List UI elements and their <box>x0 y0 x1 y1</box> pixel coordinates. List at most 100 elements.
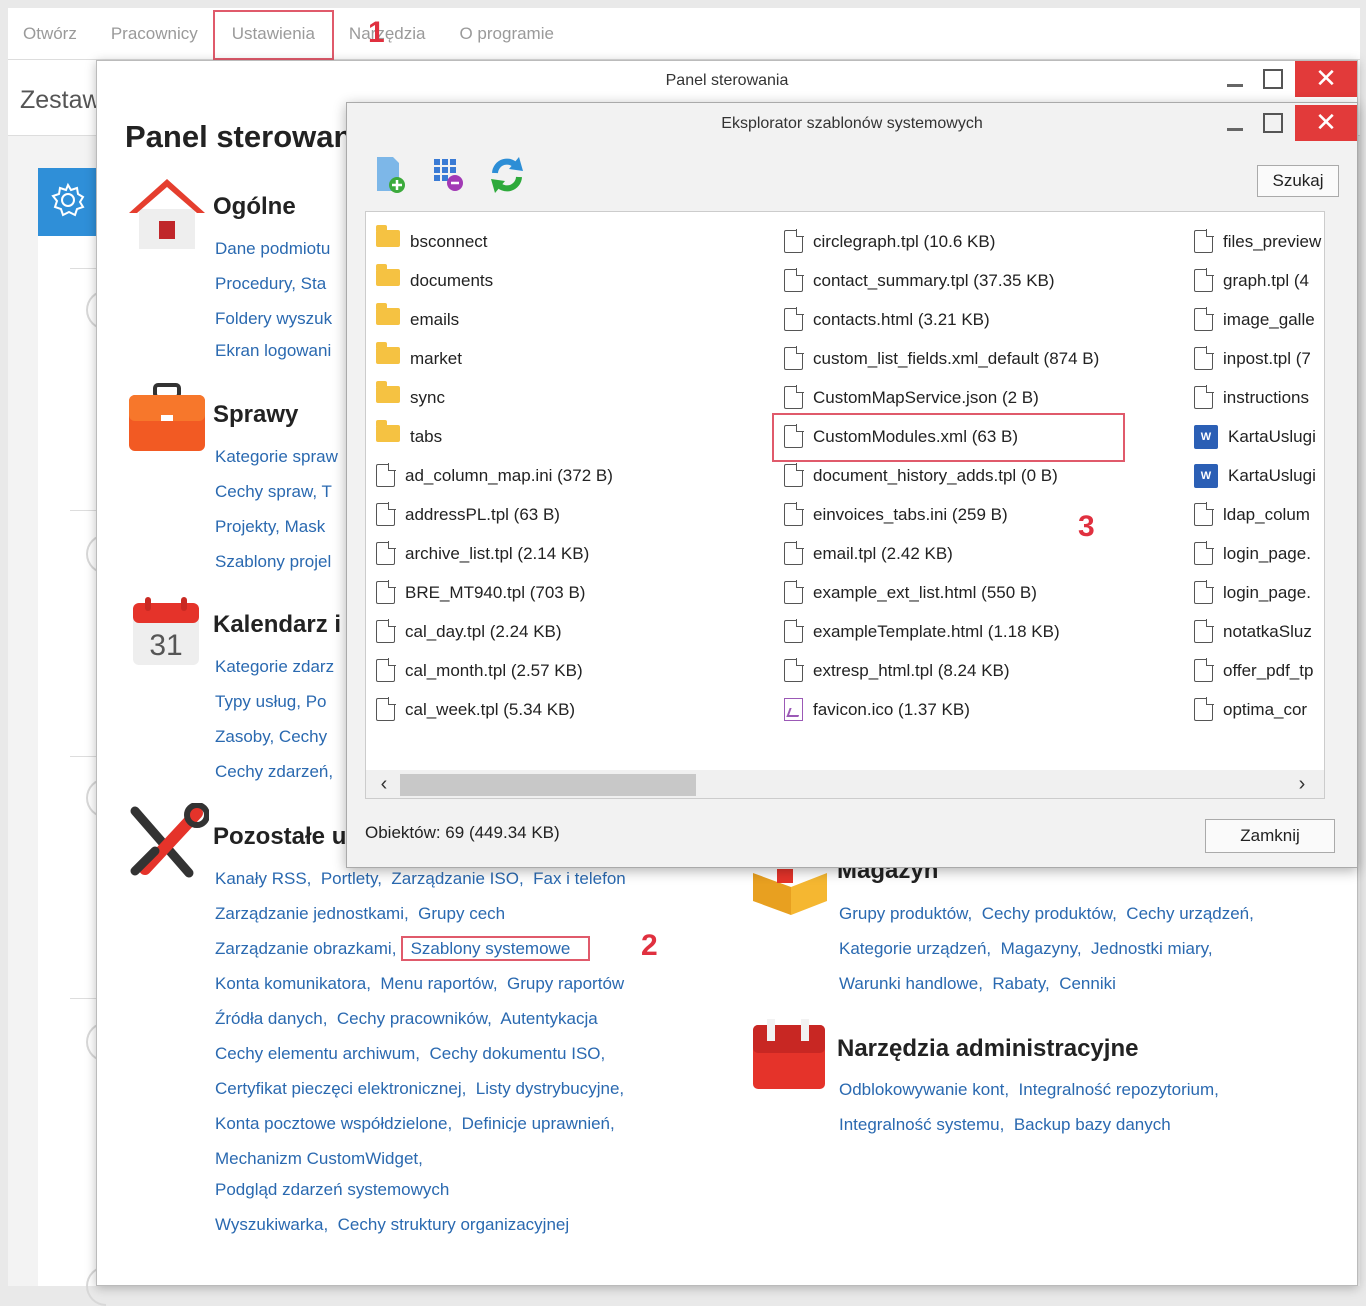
link-mechanizm-customwidget[interactable]: Mechanizm CustomWidget, <box>215 1149 423 1168</box>
link-zrodla-danych[interactable]: Źródła danych, <box>215 1009 327 1028</box>
menu-narzedzia[interactable]: Narzędzia <box>332 8 443 60</box>
file-item[interactable]: CustomModules.xml (63 B) <box>771 413 1126 462</box>
link-zarzadzanie-jednostkami[interactable]: Zarządzanie jednostkami, <box>215 904 409 923</box>
file-item[interactable]: extresp_html.tpl (8.24 KB) <box>784 651 1099 690</box>
settings-sidebar-button[interactable] <box>38 168 98 236</box>
file-item[interactable]: image_galle <box>1194 300 1321 339</box>
file-item[interactable]: ad_column_map.ini (372 B) <box>376 456 613 495</box>
file-item[interactable]: login_page. <box>1194 573 1321 612</box>
file-item[interactable]: custom_list_fields.xml_default (874 B) <box>784 339 1099 378</box>
maximize-button[interactable] <box>1263 69 1283 89</box>
grid-view-icon[interactable] <box>431 155 467 195</box>
link-integralnosc-repozytorium[interactable]: Integralność repozytorium, <box>1019 1080 1219 1099</box>
file-item[interactable]: graph.tpl (4 <box>1194 261 1321 300</box>
folder-item[interactable]: market <box>376 339 613 378</box>
link-line[interactable]: Cechy zdarzeń, <box>215 754 334 789</box>
link-grupy-raportow[interactable]: Grupy raportów <box>507 974 624 993</box>
menu-otworz[interactable]: Otwórz <box>8 8 94 60</box>
link-cechy-produktow[interactable]: Cechy produktów, <box>982 904 1117 923</box>
link-line[interactable]: Procedury, Sta <box>215 266 332 301</box>
folder-item[interactable]: documents <box>376 261 613 300</box>
file-item[interactable]: optima_cor <box>1194 690 1321 729</box>
link-grupy-produktow[interactable]: Grupy produktów, <box>839 904 972 923</box>
file-item[interactable]: CustomMapService.json (2 B) <box>784 378 1099 417</box>
link-jednostki-miary[interactable]: Jednostki miary, <box>1091 939 1213 958</box>
file-item[interactable]: instructions <box>1194 378 1321 417</box>
link-backup-bazy[interactable]: Backup bazy danych <box>1014 1115 1171 1134</box>
file-item[interactable]: BRE_MT940.tpl (703 B) <box>376 573 613 612</box>
link-warunki-handlowe[interactable]: Warunki handlowe, <box>839 974 983 993</box>
link-definicje-uprawnien[interactable]: Definicje uprawnień, <box>462 1114 615 1133</box>
link-cechy-urzadzen[interactable]: Cechy urządzeń, <box>1126 904 1254 923</box>
file-item[interactable]: cal_month.tpl (2.57 KB) <box>376 651 613 690</box>
link-line[interactable]: Zasoby, Cechy <box>215 719 334 754</box>
link-line[interactable]: Projekty, Mask <box>215 509 338 544</box>
file-item[interactable]: inpost.tpl (7 <box>1194 339 1321 378</box>
file-item[interactable]: login_page. <box>1194 534 1321 573</box>
horizontal-scrollbar[interactable]: ‹ › <box>366 770 1324 798</box>
file-item[interactable]: einvoices_tabs.ini (259 B) <box>784 495 1099 534</box>
link-konta-pocztowe[interactable]: Konta pocztowe współdzielone, <box>215 1114 452 1133</box>
close-dialog-button[interactable]: Zamknij <box>1205 819 1335 853</box>
link-menu-raportow[interactable]: Menu raportów, <box>380 974 497 993</box>
link-line[interactable]: Kategorie spraw <box>215 439 338 474</box>
file-item[interactable]: W KartaUslugi <box>1194 456 1321 495</box>
link-podglad-zdarzen[interactable]: Podgląd zdarzeń systemowych <box>215 1180 449 1199</box>
file-item[interactable]: notatkaSluz <box>1194 612 1321 651</box>
link-line[interactable]: Typy usług, Po <box>215 684 334 719</box>
minimize-button[interactable] <box>1225 113 1245 133</box>
file-item[interactable]: favicon.ico (1.37 KB) <box>784 690 1099 729</box>
file-item[interactable]: email.tpl (2.42 KB) <box>784 534 1099 573</box>
link-line[interactable]: Dane podmiotu <box>215 231 332 266</box>
file-item[interactable]: W KartaUslugi <box>1194 417 1321 456</box>
link-konta-komunikatora[interactable]: Konta komunikatora, <box>215 974 371 993</box>
refresh-icon[interactable] <box>489 155 525 195</box>
file-item[interactable]: contact_summary.tpl (37.35 KB) <box>784 261 1099 300</box>
link-portlety[interactable]: Portlety, <box>321 869 382 888</box>
link-cechy-elementu-archiwum[interactable]: Cechy elementu archiwum, <box>215 1044 420 1063</box>
link-line[interactable]: Cechy spraw, T <box>215 474 338 509</box>
link-integralnosc-systemu[interactable]: Integralność systemu, <box>839 1115 1004 1134</box>
folder-item[interactable]: tabs <box>376 417 613 456</box>
link-line[interactable]: Foldery wyszuk <box>215 301 332 336</box>
minimize-button[interactable] <box>1225 69 1245 89</box>
link-odblokowywanie-kont[interactable]: Odblokowywanie kont, <box>839 1080 1009 1099</box>
link-magazyny[interactable]: Magazyny, <box>1001 939 1082 958</box>
link-cenniki[interactable]: Cenniki <box>1059 974 1116 993</box>
link-listy-dystrybucyjne[interactable]: Listy dystrybucyjne, <box>476 1079 624 1098</box>
link-line[interactable]: Szablony projel <box>215 544 338 579</box>
scrollbar-thumb[interactable] <box>400 774 696 796</box>
link-szablony-systemowe[interactable]: Szablony systemowe <box>411 939 571 958</box>
scroll-left-icon[interactable]: ‹ <box>370 770 398 798</box>
link-wyszukiwarka[interactable]: Wyszukiwarka, <box>215 1215 328 1234</box>
file-item[interactable]: contacts.html (3.21 KB) <box>784 300 1099 339</box>
close-button[interactable]: ✕ <box>1295 105 1357 141</box>
link-autentykacja[interactable]: Autentykacja <box>500 1009 597 1028</box>
menu-o-programie[interactable]: O programie <box>442 8 570 60</box>
link-grupy-cech[interactable]: Grupy cech <box>418 904 505 923</box>
file-item[interactable]: exampleTemplate.html (1.18 KB) <box>784 612 1099 651</box>
new-file-icon[interactable] <box>373 155 409 195</box>
link-line[interactable]: Ekran logowani <box>215 333 332 368</box>
link-certyfikat[interactable]: Certyfikat pieczęci elektronicznej, <box>215 1079 466 1098</box>
link-fax-telefon[interactable]: Fax i telefon <box>533 869 626 888</box>
link-kanaly-rss[interactable]: Kanały RSS, <box>215 869 311 888</box>
menu-ustawienia[interactable]: Ustawienia <box>212 8 335 60</box>
link-zarzadzanie-obrazkami[interactable]: Zarządzanie obrazkami, <box>215 939 396 958</box>
file-item[interactable]: addressPL.tpl (63 B) <box>376 495 613 534</box>
link-cechy-pracownikow[interactable]: Cechy pracowników, <box>337 1009 492 1028</box>
link-cechy-struktury[interactable]: Cechy struktury organizacyjnej <box>338 1215 569 1234</box>
link-zarzadzanie-iso[interactable]: Zarządzanie ISO, <box>391 869 523 888</box>
search-button[interactable]: Szukaj <box>1257 165 1339 197</box>
file-item[interactable]: archive_list.tpl (2.14 KB) <box>376 534 613 573</box>
file-item[interactable]: cal_day.tpl (2.24 KB) <box>376 612 613 651</box>
folder-item[interactable]: bsconnect <box>376 222 613 261</box>
file-item[interactable]: offer_pdf_tp <box>1194 651 1321 690</box>
link-cechy-dokumentu-iso[interactable]: Cechy dokumentu ISO, <box>429 1044 605 1063</box>
file-item[interactable]: cal_week.tpl (5.34 KB) <box>376 690 613 729</box>
link-rabaty[interactable]: Rabaty, <box>992 974 1049 993</box>
folder-item[interactable]: emails <box>376 300 613 339</box>
maximize-button[interactable] <box>1263 113 1283 133</box>
file-item[interactable]: ldap_colum <box>1194 495 1321 534</box>
close-button[interactable]: ✕ <box>1295 61 1357 97</box>
